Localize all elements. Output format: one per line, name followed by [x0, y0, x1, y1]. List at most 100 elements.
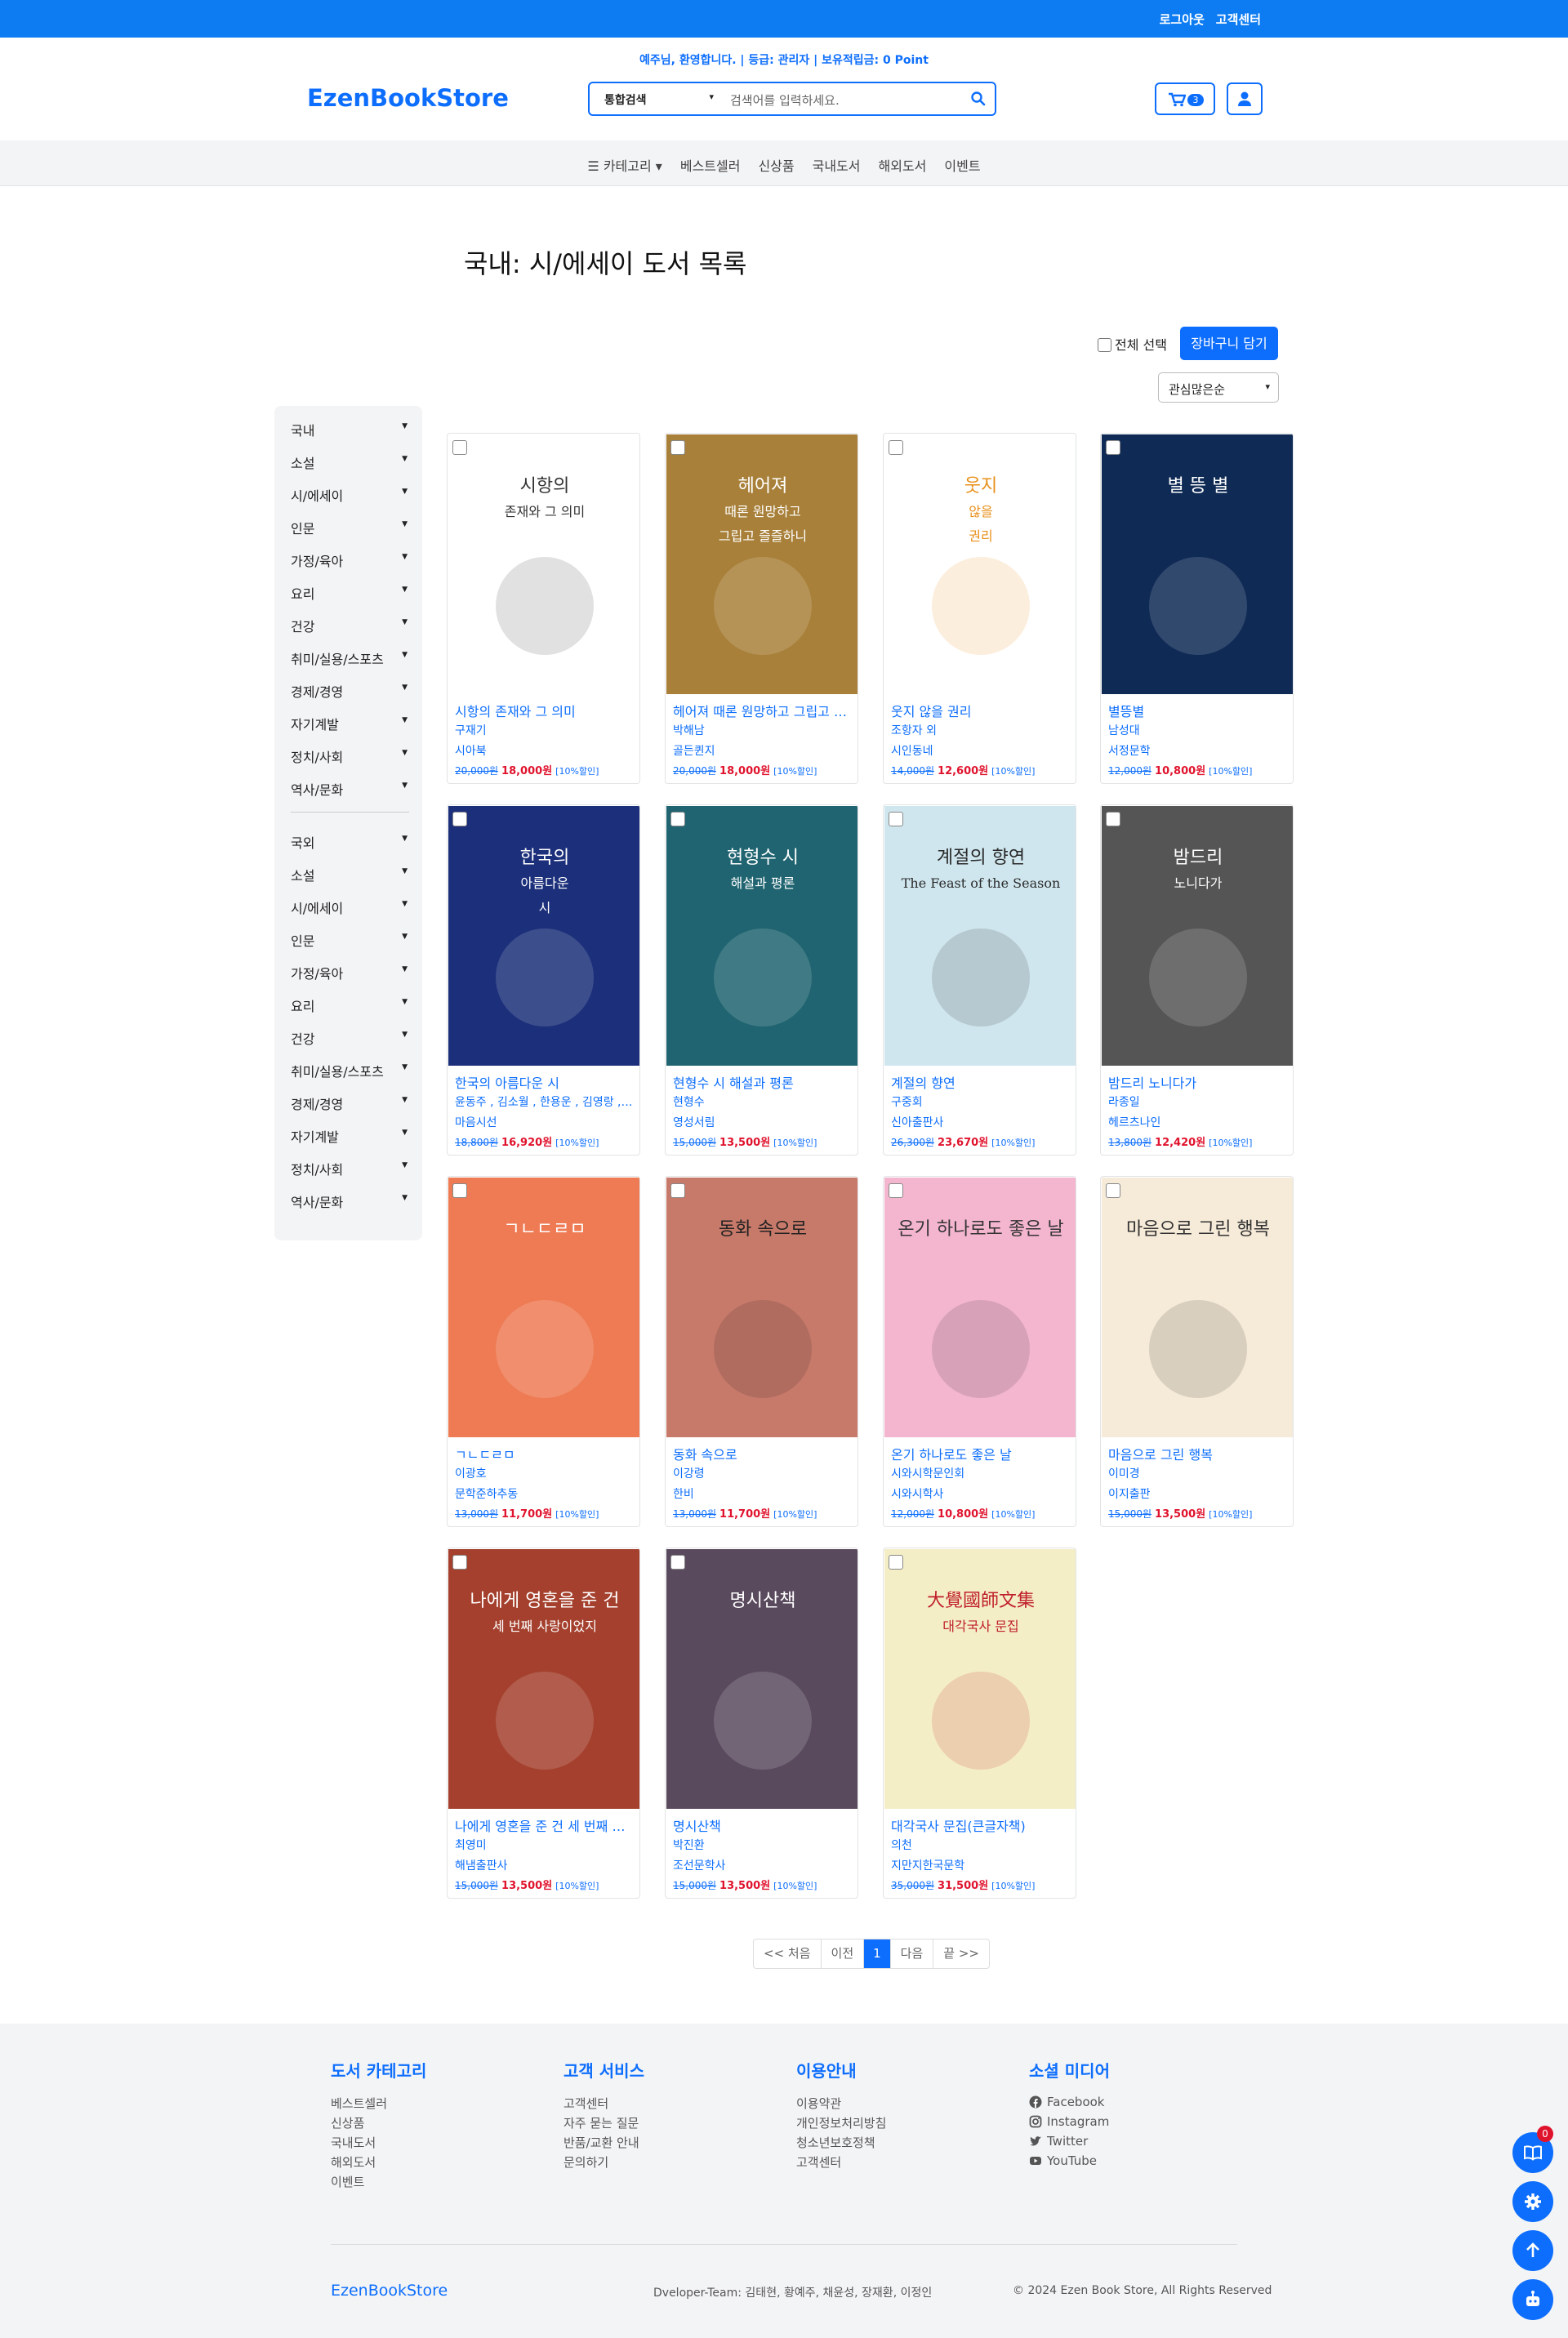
book-publisher[interactable]: 영성서림 [673, 1114, 853, 1130]
nav-category[interactable]: ☰ 카테고리 ▾ [587, 158, 662, 174]
book-select-checkbox[interactable] [1106, 440, 1120, 455]
footer-link[interactable]: 고객센터 [564, 2095, 644, 2114]
book-card[interactable]: 동화 속으로 동화 속으로 이강령 한비 13,000원 11,700원 [10%할인] [665, 1176, 858, 1527]
nav-event[interactable]: 이벤트 [944, 158, 980, 174]
sidebar-item[interactable]: 자기계발 ▼ [291, 1126, 409, 1146]
pager-next[interactable]: 다음 [891, 1939, 934, 1968]
book-card[interactable]: 헤어져 때론 원망하고 그립고 즐즐하니 헤어져 때론 원망하고 그립고 … 박해남 골든… [665, 433, 858, 784]
sidebar-group-foreign[interactable]: 국외 ▼ [291, 832, 409, 852]
book-author[interactable]: 이광호 [455, 1465, 635, 1481]
book-publisher[interactable]: 신아출판사 [891, 1114, 1071, 1130]
book-title[interactable]: 헤어져 때론 원망하고 그립고 … [673, 701, 853, 720]
book-publisher[interactable]: 마음시선 [455, 1114, 635, 1130]
book-author[interactable]: 라종일 [1108, 1093, 1288, 1110]
sidebar-item[interactable]: 건강 ▼ [291, 1028, 409, 1048]
book-publisher[interactable]: 시인동네 [891, 742, 1071, 759]
book-author[interactable]: 현형수 [673, 1093, 853, 1110]
book-cover[interactable]: 나에게 영혼을 준 건세 번째 사랑이었지 [448, 1549, 639, 1809]
book-title[interactable]: 밤드리 노니다가 [1108, 1072, 1288, 1092]
book-title[interactable]: 시항의 존재와 그 의미 [455, 701, 635, 720]
book-select-checkbox[interactable] [452, 812, 467, 826]
book-cover[interactable]: 웃지 않을 권리 [884, 434, 1076, 694]
search-icon[interactable] [970, 91, 987, 107]
sidebar-item[interactable]: 요리 ▼ [291, 583, 409, 603]
book-select-checkbox[interactable] [889, 1183, 903, 1198]
book-select-checkbox[interactable] [452, 440, 467, 455]
book-author[interactable]: 박해남 [673, 722, 853, 738]
book-select-checkbox[interactable] [452, 1555, 467, 1570]
footer-link[interactable]: 해외도서 [331, 2153, 426, 2173]
customer-center-link[interactable]: 고객센터 [1216, 12, 1261, 27]
sidebar-item[interactable]: 인문 ▼ [291, 518, 409, 537]
book-title[interactable]: 마음으로 그린 행복 [1108, 1444, 1288, 1463]
book-card[interactable]: 계절의 향연 The Feast of the Season 계절의 향연 구중회 신아… [883, 804, 1076, 1156]
sidebar-item[interactable]: 역사/문화 ▼ [291, 1191, 409, 1211]
book-select-checkbox[interactable] [670, 812, 685, 826]
sidebar-item[interactable]: 취미/실용/스포츠 ▼ [291, 1061, 409, 1080]
footer-link[interactable]: 반품/교환 안내 [564, 2134, 644, 2153]
book-title[interactable]: 온기 하나로도 좋은 날 [891, 1444, 1071, 1463]
book-select-checkbox[interactable] [670, 440, 685, 455]
sidebar-item[interactable]: 경제/경영 ▼ [291, 681, 409, 701]
book-publisher[interactable]: 문학준하추동 [455, 1485, 635, 1502]
sidebar-item[interactable]: 인문 ▼ [291, 930, 409, 950]
book-cover[interactable]: ㄱㄴㄷㄹㅁ [448, 1178, 639, 1437]
book-author[interactable]: 조항자 외 [891, 722, 1071, 738]
sidebar-item[interactable]: 시/에세이 ▼ [291, 897, 409, 917]
book-card[interactable]: ㄱㄴㄷㄹㅁ ㄱㄴㄷㄹㅁ 이광호 문학준하추동 13,000원 11,700원 [10%할인] [447, 1176, 640, 1527]
footer-link[interactable]: 청소년보호정책 [796, 2134, 886, 2153]
settings-fab[interactable] [1512, 2181, 1553, 2222]
nav-foreign[interactable]: 해외도서 [879, 158, 927, 174]
search-category-select[interactable]: 통합검색 ▾ [596, 87, 719, 111]
book-card[interactable]: 大覺國師文集 대각국사 문집 대각국사 문집(큰글자책) 의천 지만지한국문학 35,00… [883, 1548, 1076, 1899]
pager-last[interactable]: 끝 >> [933, 1939, 989, 1968]
sidebar-item[interactable]: 소설 ▼ [291, 452, 409, 472]
book-cover[interactable]: 별 뜽 별 [1102, 434, 1293, 694]
book-title[interactable]: 계절의 향연 [891, 1072, 1071, 1092]
book-title[interactable]: ㄱㄴㄷㄹㅁ [455, 1444, 635, 1463]
book-select-checkbox[interactable] [889, 1555, 903, 1570]
sidebar-item[interactable]: 정치/사회 ▼ [291, 1159, 409, 1178]
book-title[interactable]: 명시산책 [673, 1815, 853, 1835]
book-author[interactable]: 남성대 [1108, 722, 1288, 738]
search-input[interactable]: 검색어를 입력하세요. [724, 87, 960, 111]
footer-link-twitter[interactable]: Twitter [1029, 2134, 1110, 2153]
chatbot-fab[interactable] [1512, 2279, 1553, 2320]
nav-domestic[interactable]: 국내도서 [813, 158, 861, 174]
footer-link-instagram[interactable]: Instagram [1029, 2114, 1110, 2134]
sidebar-item[interactable]: 가정/육아 ▼ [291, 550, 409, 570]
user-button[interactable] [1227, 82, 1263, 115]
book-card[interactable]: 웃지 않을 권리 웃지 않을 권리 조항자 외 시인동네 14,000원 12,600원 [10… [883, 433, 1076, 784]
book-select-checkbox[interactable] [452, 1183, 467, 1198]
footer-link[interactable]: 개인정보처리방침 [796, 2114, 886, 2134]
book-title[interactable]: 한국의 아름다운 시 [455, 1072, 635, 1092]
book-cover[interactable]: 밤드리 노니다가 [1102, 806, 1293, 1066]
book-select-checkbox[interactable] [1106, 1183, 1120, 1198]
book-author[interactable]: 윤동주 , 김소월 , 한용운 , 김영랑 , 이육… [455, 1093, 635, 1110]
book-card[interactable]: 별 뜽 별 별뜽별 남성대 서정문학 12,000원 10,800원 [10%할인] [1100, 433, 1294, 784]
book-publisher[interactable]: 시아북 [455, 742, 635, 759]
book-cover[interactable]: 마음으로 그린 행복 [1102, 1178, 1293, 1437]
footer-brand[interactable]: EzenBookStore [331, 2282, 448, 2300]
book-publisher[interactable]: 해냄출판사 [455, 1857, 635, 1873]
book-author[interactable]: 구재기 [455, 722, 635, 738]
book-publisher[interactable]: 이지출판 [1108, 1485, 1288, 1502]
sidebar-item[interactable]: 건강 ▼ [291, 616, 409, 635]
footer-link[interactable]: 이용약관 [796, 2095, 886, 2114]
add-to-cart-button[interactable]: 장바구니 담기 [1180, 327, 1278, 360]
pager-prev[interactable]: 이전 [822, 1939, 865, 1968]
book-publisher[interactable]: 지만지한국문학 [891, 1857, 1071, 1873]
book-select-checkbox[interactable] [670, 1555, 685, 1570]
footer-link[interactable]: 베스트셀러 [331, 2095, 426, 2114]
book-cover[interactable]: 온기 하나로도 좋은 날 [884, 1178, 1076, 1437]
book-card[interactable]: 시항의 존재와 그 의미 시항의 존재와 그 의미 구재기 시아북 20,000원 18,0… [447, 433, 640, 784]
footer-link[interactable]: 이벤트 [331, 2173, 426, 2193]
book-title[interactable]: 웃지 않을 권리 [891, 701, 1071, 720]
book-author[interactable]: 시와시학문인회 [891, 1465, 1071, 1481]
footer-link-facebook[interactable]: Facebook [1029, 2095, 1110, 2114]
sidebar-item[interactable]: 정치/사회 ▼ [291, 746, 409, 766]
book-author[interactable]: 이미경 [1108, 1465, 1288, 1481]
book-publisher[interactable]: 골든퀸지 [673, 742, 853, 759]
book-author[interactable]: 박진환 [673, 1837, 853, 1853]
sidebar-item[interactable]: 시/에세이 ▼ [291, 485, 409, 505]
